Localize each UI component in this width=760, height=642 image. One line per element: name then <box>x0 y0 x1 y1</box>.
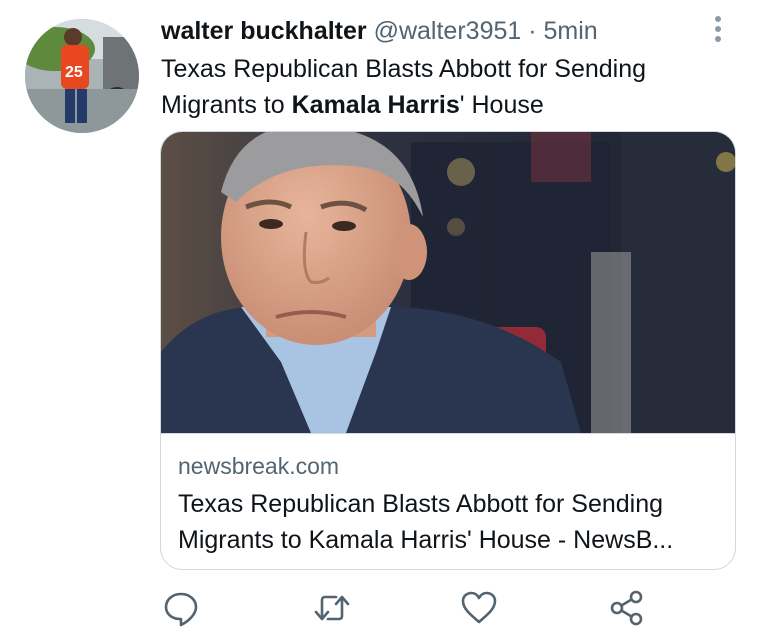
author-name[interactable]: walter buckhalter <box>161 17 367 45</box>
card-title: Texas Republican Blasts Abbott for Sendi… <box>178 490 674 554</box>
tweet-actions <box>0 588 760 636</box>
tweet-timestamp[interactable]: 5min <box>544 17 598 45</box>
author-handle[interactable]: @walter3951 <box>374 17 522 45</box>
card-meta: newsbreak.com Texas Republican Blasts Ab… <box>161 433 735 569</box>
author-avatar[interactable]: 25 <box>25 19 139 133</box>
tweet-text-bold: Kamala Harris <box>291 91 460 119</box>
separator-dot: · <box>528 17 537 45</box>
retweet-icon[interactable] <box>312 588 352 628</box>
share-icon[interactable] <box>607 588 647 628</box>
card-domain: newsbreak.com <box>178 453 340 479</box>
link-card[interactable]: newsbreak.com Texas Republican Blasts Ab… <box>160 131 736 570</box>
tweet-text: Texas Republican Blasts Abbott for Sendi… <box>161 51 721 123</box>
more-vertical-icon[interactable] <box>709 14 727 44</box>
card-image <box>161 132 735 433</box>
svg-text:25: 25 <box>65 64 83 81</box>
tweet-header: walter buckhalter @walter3951 · 5min <box>161 14 598 48</box>
tweet-text-part: ' House <box>459 91 544 119</box>
like-icon[interactable] <box>459 588 499 628</box>
reply-icon[interactable] <box>161 588 201 628</box>
